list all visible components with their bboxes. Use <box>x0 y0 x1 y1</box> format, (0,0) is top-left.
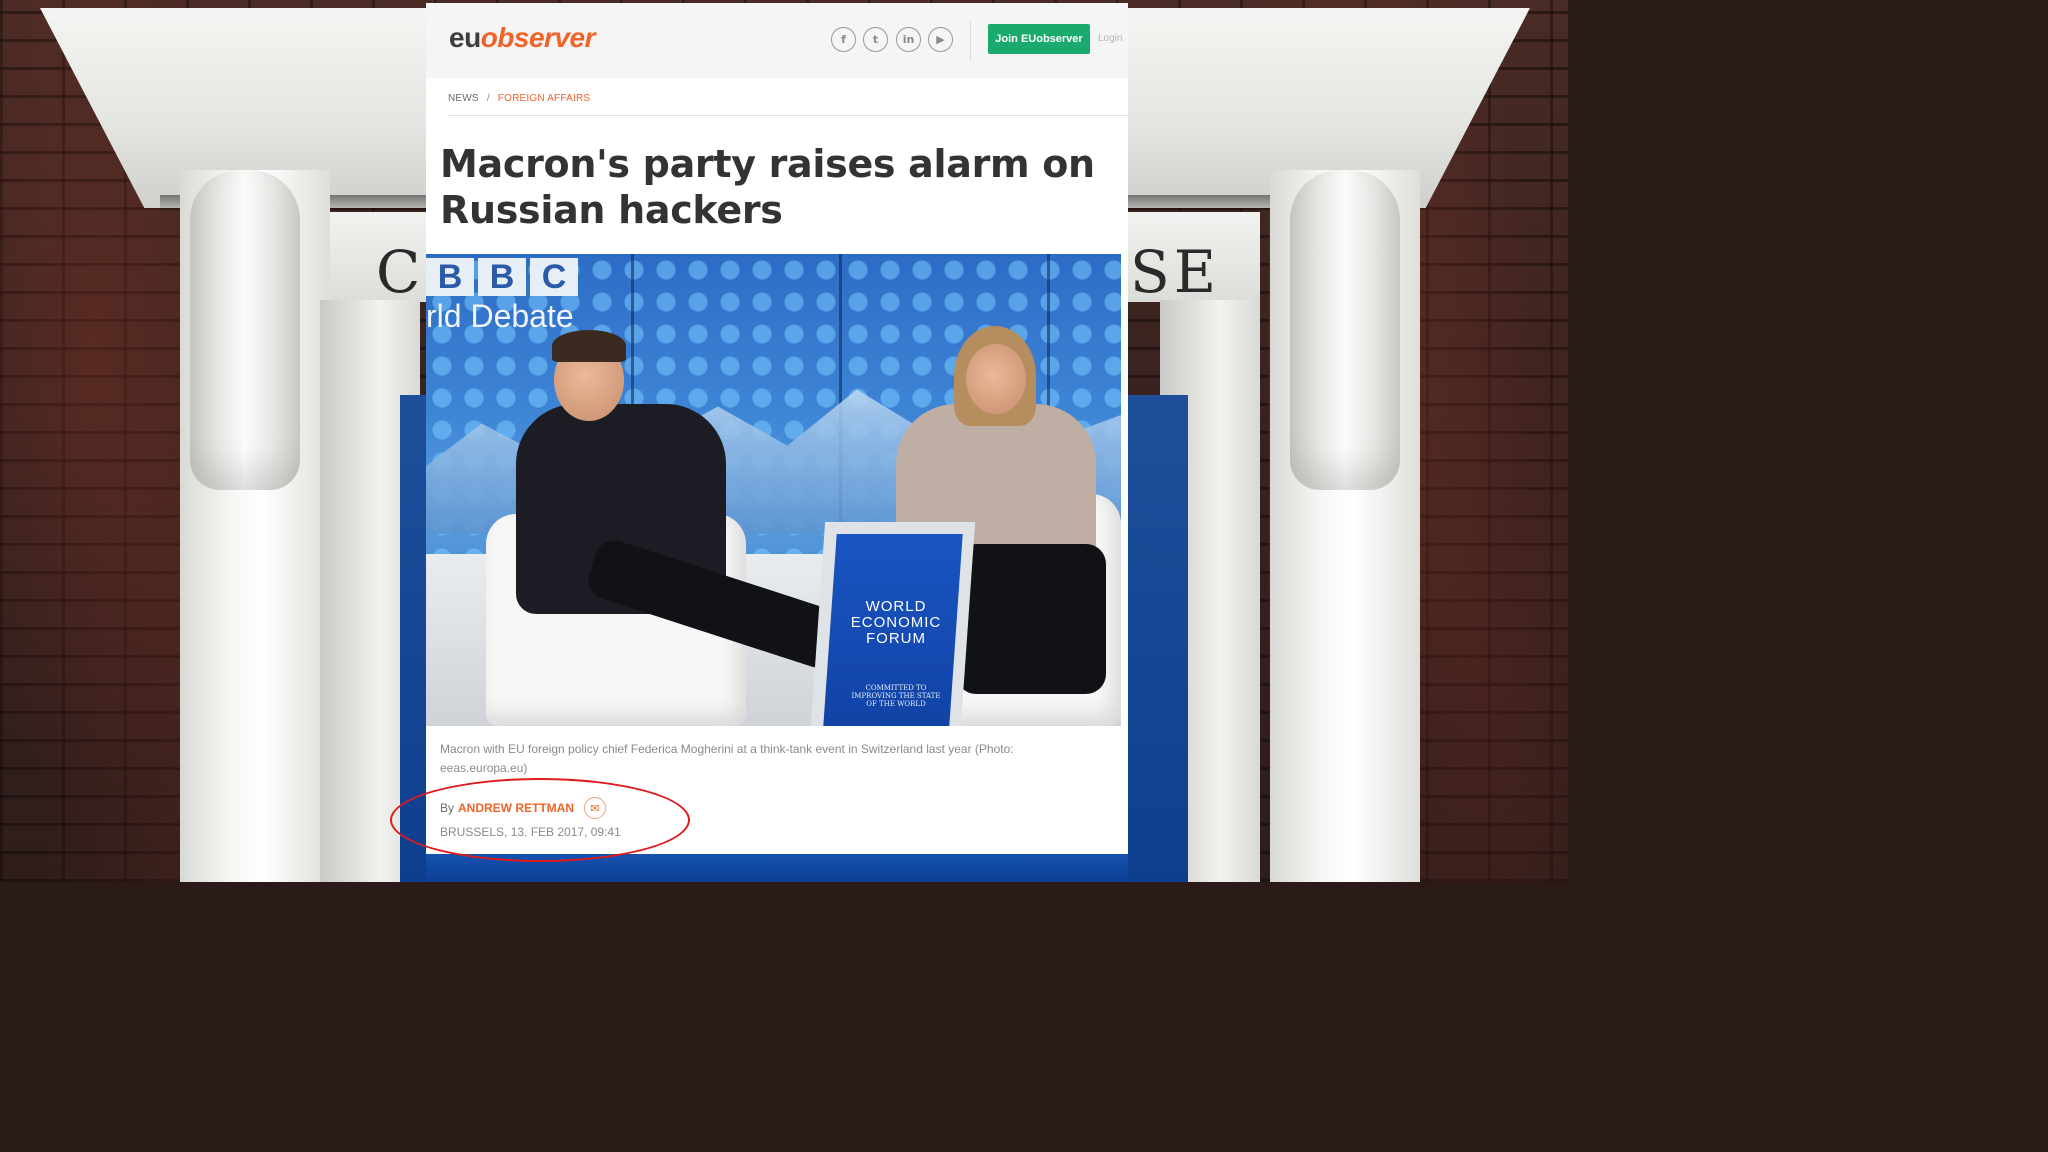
podium-tagline: COMMITTED TO IMPROVING THE STATE OF THE … <box>851 684 941 708</box>
frieze-letters-left: C <box>376 238 425 306</box>
article-page: euobserver f t in ▶ Join EUobserver Logi… <box>426 3 1128 854</box>
breadcrumb-divider <box>448 115 1128 116</box>
article-photo: B B C rld Debate WORLD ECONOMIC FORUM CO… <box>426 254 1121 726</box>
logo-suffix: observer <box>480 22 596 53</box>
photo-caption: Macron with EU foreign policy chief Fede… <box>440 742 1014 775</box>
man-hair <box>552 330 626 362</box>
woman-legs <box>956 544 1106 694</box>
facebook-icon[interactable]: f <box>831 27 856 52</box>
site-logo[interactable]: euobserver <box>449 20 595 56</box>
red-highlight-ellipse <box>390 778 690 862</box>
header-divider <box>970 21 971 61</box>
world-debate-text: rld Debate <box>426 298 574 334</box>
twitter-icon[interactable]: t <box>863 27 888 52</box>
frieze-letters-right: SE <box>1130 238 1221 306</box>
bbc-letter-b1: B <box>426 258 474 296</box>
bbc-letter-b2: B <box>478 258 526 296</box>
breadcrumb-separator: / <box>486 93 490 104</box>
youtube-icon[interactable]: ▶ <box>928 27 953 52</box>
login-link[interactable]: Login <box>1098 33 1122 44</box>
breadcrumb-category[interactable]: FOREIGN AFFAIRS <box>498 93 590 104</box>
right-bracket <box>1290 170 1400 490</box>
bbc-letter-c: C <box>530 258 578 296</box>
linkedin-icon[interactable]: in <box>896 27 921 52</box>
breadcrumb: NEWS / FOREIGN AFFAIRS <box>448 93 590 104</box>
podium-logo-text: WORLD ECONOMIC FORUM <box>850 598 942 647</box>
blue-door-right <box>1128 395 1188 882</box>
join-button[interactable]: Join EUobserver <box>988 24 1090 54</box>
article-headline: Macron's party raises alarm on Russian h… <box>440 142 1095 232</box>
logo-prefix: eu <box>449 22 481 53</box>
woman-head <box>966 344 1026 414</box>
breadcrumb-news[interactable]: NEWS <box>448 93 479 104</box>
left-bracket <box>190 170 300 490</box>
site-header: euobserver f t in ▶ Join EUobserver Logi… <box>426 3 1128 78</box>
